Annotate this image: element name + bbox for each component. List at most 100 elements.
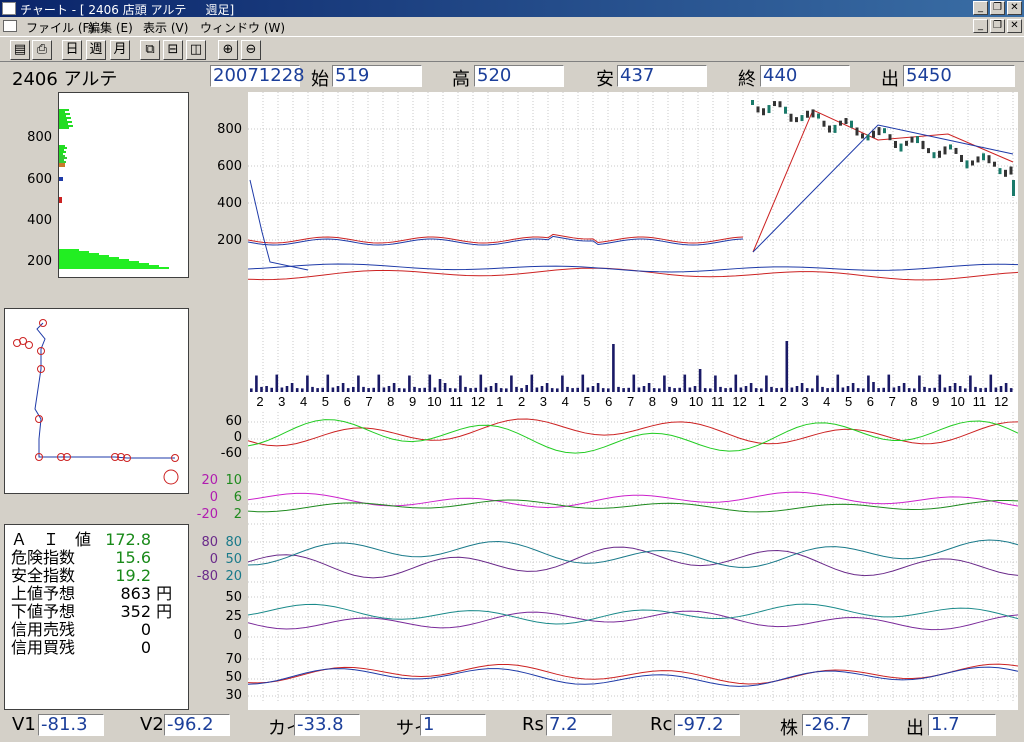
- volume-bar: [285, 386, 289, 392]
- histogram-tick: 600: [27, 172, 52, 187]
- volume-bar: [999, 386, 1003, 392]
- kai-field[interactable]: -33.8: [294, 714, 360, 736]
- v2-field[interactable]: -96.2: [164, 714, 230, 736]
- app-window: チャート - [ 2406 店頭 アルテ 週足] _ ❐ ✕ ファイル (F) …: [0, 0, 1024, 742]
- histogram-bar: [59, 155, 65, 157]
- v1-label: V1: [12, 714, 36, 735]
- ai-row-label: 信用買残: [11, 638, 76, 657]
- volume-label: 出: [881, 69, 899, 90]
- histogram-bar: [59, 257, 119, 259]
- osc5-tick: 50: [225, 670, 242, 685]
- menu-window[interactable]: ウィンドウ (W): [200, 19, 285, 36]
- volume-bar: [1004, 383, 1008, 392]
- menu-edit[interactable]: 編集 (E): [88, 19, 133, 36]
- month-label: 11: [449, 394, 463, 409]
- monthly-button[interactable]: 月: [110, 40, 130, 60]
- zoom-out-icon[interactable]: ⊖: [241, 40, 261, 60]
- volume-bar: [938, 374, 942, 392]
- volume-bar: [326, 374, 330, 392]
- tile-horizontal-icon[interactable]: ⊟: [163, 40, 183, 60]
- menu-file[interactable]: ファイル (F): [26, 19, 94, 36]
- histogram-bar: [59, 121, 72, 123]
- volume-bar: [658, 388, 661, 392]
- weekly-button[interactable]: 週: [86, 40, 106, 60]
- minimize-button[interactable]: _: [973, 1, 988, 15]
- de-label: 出: [906, 718, 924, 739]
- candlestick: [817, 113, 820, 119]
- volume-bar: [754, 388, 758, 392]
- calculator-icon[interactable]: ▤: [10, 40, 30, 60]
- histogram-bar: [59, 177, 63, 179]
- close-button[interactable]: ✕: [1007, 1, 1022, 15]
- candlestick: [762, 108, 765, 116]
- candlestick: [916, 136, 919, 144]
- volume-bar: [811, 388, 814, 392]
- zoom-in-icon[interactable]: ⊕: [218, 40, 238, 60]
- histogram-bar: [59, 113, 70, 115]
- osc2-tick-right: 2: [233, 507, 242, 522]
- candlestick: [850, 120, 853, 128]
- volume-bar: [780, 387, 783, 392]
- volume-bar: [673, 388, 676, 392]
- volume-bar: [459, 375, 462, 392]
- close-field[interactable]: 440: [760, 65, 850, 87]
- volume-bar: [377, 374, 381, 392]
- histogram-bar: [59, 251, 89, 253]
- low-field[interactable]: 437: [617, 65, 707, 87]
- tile-vertical-icon[interactable]: ◫: [186, 40, 206, 60]
- month-label: 3: [801, 394, 808, 409]
- volume-bar: [515, 386, 518, 392]
- volume-bar: [785, 341, 789, 392]
- month-label: 4: [300, 394, 307, 409]
- volume-bar: [617, 386, 620, 392]
- print-icon[interactable]: ⎙: [32, 40, 52, 60]
- histogram-bar: [59, 127, 69, 129]
- ai-row: 信用買残 0: [11, 634, 151, 658]
- month-label: 3: [540, 394, 547, 409]
- month-label: 11: [711, 394, 725, 409]
- restore-button[interactable]: ❐: [990, 1, 1005, 15]
- histogram-bar: [59, 259, 129, 261]
- volume-bar: [336, 386, 340, 392]
- open-field[interactable]: 519: [332, 65, 422, 87]
- volume-bar: [867, 375, 870, 392]
- histogram-bar: [59, 165, 65, 167]
- volume-bar: [688, 387, 692, 392]
- price-tick: 600: [217, 159, 242, 174]
- mdi-close-button[interactable]: ✕: [1007, 19, 1022, 33]
- date-field[interactable]: 20071228: [210, 65, 305, 87]
- month-label: 3: [278, 394, 285, 409]
- volume-bar: [744, 386, 748, 392]
- candlestick: [822, 120, 826, 127]
- volume-bar: [795, 386, 799, 392]
- rc-label: Rc: [650, 714, 673, 735]
- mdi-minimize-button[interactable]: _: [973, 19, 988, 33]
- trajectory-path: [34, 322, 175, 459]
- volume-bar: [974, 386, 977, 392]
- candlestick: [855, 127, 859, 136]
- de-field[interactable]: 1.7: [928, 714, 996, 736]
- rc-field[interactable]: -97.2: [674, 714, 740, 736]
- rs-field[interactable]: 7.2: [546, 714, 612, 736]
- sai-field[interactable]: 1: [420, 714, 486, 736]
- osc5-tick: 30: [225, 688, 242, 703]
- menu-view[interactable]: 表示 (V): [143, 19, 188, 36]
- volume-bar: [647, 383, 651, 392]
- candlestick: [905, 140, 908, 146]
- cascade-icon[interactable]: ⧉: [140, 40, 160, 60]
- volume-bar: [943, 387, 947, 392]
- volume-bar: [928, 388, 931, 392]
- mdi-restore-button[interactable]: ❐: [990, 19, 1005, 33]
- kabu-field[interactable]: -26.7: [802, 714, 868, 736]
- osc1-tick: 0: [233, 430, 242, 445]
- osc4-tick: 25: [225, 609, 242, 624]
- daily-button[interactable]: 日: [62, 40, 82, 60]
- document-icon[interactable]: [3, 20, 17, 32]
- high-field[interactable]: 520: [474, 65, 564, 87]
- volume-bar: [255, 375, 258, 392]
- histogram-bar: [59, 255, 109, 257]
- month-label: 1: [496, 394, 503, 409]
- volume-field[interactable]: 5450: [903, 65, 1015, 87]
- volume-bar: [566, 386, 569, 392]
- v1-field[interactable]: -81.3: [38, 714, 104, 736]
